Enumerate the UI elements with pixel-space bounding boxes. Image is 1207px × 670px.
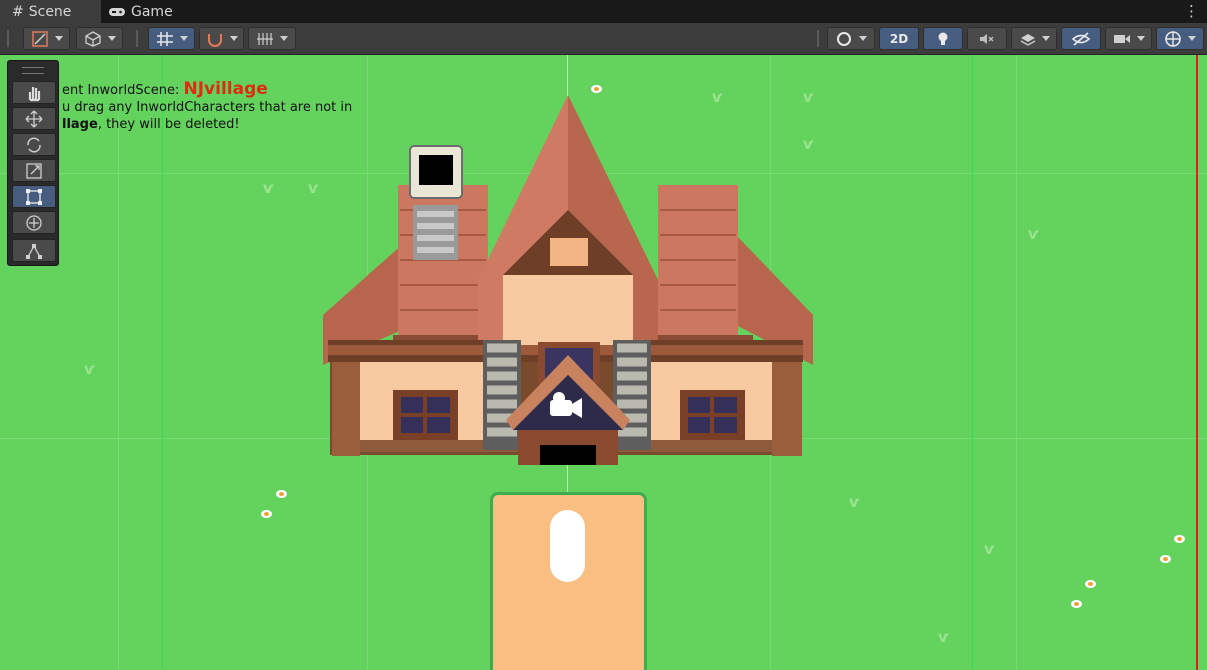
- custom-tool-button[interactable]: [12, 239, 56, 262]
- lightbulb-icon: [938, 32, 948, 45]
- grass-tuft: ѵ: [84, 360, 95, 378]
- gizmos-dropdown[interactable]: [1156, 27, 1204, 50]
- chevron-down-icon: [54, 36, 63, 41]
- scene-info-line3-bold: llage: [62, 117, 98, 132]
- window-left: [393, 390, 458, 440]
- camera-settings-dropdown[interactable]: [1105, 27, 1152, 50]
- increment-snapping-dropdown[interactable]: [199, 27, 244, 50]
- grass-tuft: ѵ: [984, 540, 995, 558]
- mute-speaker-icon: [980, 33, 994, 44]
- camera-bound-line: [162, 55, 163, 670]
- house-door[interactable]: [540, 445, 596, 465]
- tab-game-label: Game: [131, 3, 173, 20]
- rotate-icon: [27, 137, 41, 152]
- hand-tool-button[interactable]: [12, 81, 56, 104]
- custom-editor-icon: [26, 243, 42, 259]
- toolbar-separator: [136, 30, 138, 47]
- tab-scene-label: Scene: [28, 3, 72, 20]
- window-right: [680, 390, 745, 440]
- transform-tool-button[interactable]: [12, 211, 56, 234]
- gizmo-globe-icon: [1165, 30, 1181, 47]
- global-local-dropdown[interactable]: [76, 27, 123, 50]
- tab-game[interactable]: Game: [108, 0, 198, 23]
- layers-effects-icon: [1020, 33, 1035, 46]
- house-sprite[interactable]: [318, 90, 818, 465]
- pivot-icon: [31, 30, 48, 47]
- chevron-down-icon: [1041, 36, 1050, 41]
- chevron-down-icon: [179, 36, 188, 41]
- toolbar-separator: [817, 30, 819, 47]
- flower: [276, 490, 287, 498]
- gamepad-icon: [109, 7, 125, 16]
- stone-pillar-right: [613, 340, 651, 450]
- effects-dropdown[interactable]: [1011, 27, 1057, 50]
- draw-mode-dropdown[interactable]: [827, 27, 875, 50]
- stone-pillar-left: [483, 340, 521, 450]
- magnet-icon: [207, 33, 222, 47]
- flower: [1085, 580, 1096, 588]
- flower: [1160, 555, 1171, 563]
- camera-bound-line: [972, 55, 973, 670]
- grass-tuft: ѵ: [308, 179, 319, 197]
- flower: [261, 510, 272, 518]
- video-camera-icon: [1113, 34, 1130, 43]
- move-tool-button[interactable]: [12, 107, 56, 130]
- more-options-icon[interactable]: ⋮: [1184, 2, 1199, 20]
- scene-info-line1: ent InworldScene:: [62, 83, 184, 98]
- scale-icon: [26, 162, 42, 179]
- scene-toolbar: 2D: [0, 23, 1207, 55]
- tab-scene[interactable]: # Scene: [0, 0, 101, 23]
- grid-line: [118, 55, 119, 670]
- scene-name-label: NJvillage: [183, 79, 268, 99]
- grid-snapping-dropdown[interactable]: [148, 27, 195, 50]
- scene-info-line2: u drag any InworldCharacters that are no…: [62, 100, 353, 115]
- scene-info-text: ent InworldScene: NJvillage u drag any I…: [62, 81, 352, 133]
- scene-visibility-toggle[interactable]: [1061, 27, 1101, 50]
- hand-icon: [28, 86, 41, 101]
- shaded-sphere-icon: [837, 31, 851, 46]
- grass-tuft: ѵ: [1028, 225, 1039, 243]
- scene-viewport[interactable]: ѵ ѵ ѵ ѵ ѵ ѵ ѵ ѵ ѵ ѵ ent InworldScene: NJ…: [0, 55, 1207, 670]
- cube-icon: [84, 30, 101, 47]
- chevron-down-icon: [107, 36, 116, 41]
- flower: [1174, 535, 1185, 543]
- eye-slash-icon: [1071, 31, 1091, 46]
- grid-visibility-dropdown[interactable]: [248, 27, 296, 50]
- grid-line: [1016, 55, 1017, 670]
- lighting-toggle[interactable]: [923, 27, 963, 50]
- move-arrows-icon: [25, 110, 43, 127]
- tool-handle-dropdown[interactable]: [23, 27, 70, 50]
- chevron-down-icon: [280, 36, 288, 41]
- transform-tools-palette: [7, 60, 59, 266]
- transform-icon: [26, 214, 42, 231]
- selection-bound-line: [1196, 55, 1198, 670]
- grass-tuft: ѵ: [938, 628, 949, 646]
- grass-tuft: ѵ: [263, 179, 274, 197]
- audio-toggle[interactable]: [967, 27, 1007, 50]
- toggle-2d-button[interactable]: 2D: [879, 27, 919, 50]
- chevron-down-icon: [859, 36, 867, 41]
- grid-snap-icon: [156, 31, 173, 46]
- grid-ruler-icon: [257, 32, 273, 45]
- chevron-down-icon: [229, 36, 238, 41]
- window-tab-bar: # Scene Game ⋮: [0, 0, 1207, 23]
- grass-tuft: ѵ: [849, 493, 860, 511]
- scale-tool-button[interactable]: [12, 159, 56, 182]
- palette-drag-handle[interactable]: [22, 67, 44, 74]
- chevron-down-icon: [1136, 36, 1145, 41]
- chevron-down-icon: [1188, 36, 1196, 41]
- collider-capsule[interactable]: [550, 510, 585, 582]
- rotate-tool-button[interactable]: [12, 133, 56, 156]
- toolbar-grip: [7, 30, 9, 47]
- toggle-2d-label: 2D: [889, 31, 909, 46]
- grid-icon: #: [12, 3, 24, 20]
- flower: [1071, 600, 1082, 608]
- scene-info-line3: , they will be deleted!: [97, 117, 240, 132]
- rect-transform-icon: [26, 188, 42, 205]
- rect-tool-button[interactable]: [12, 185, 56, 208]
